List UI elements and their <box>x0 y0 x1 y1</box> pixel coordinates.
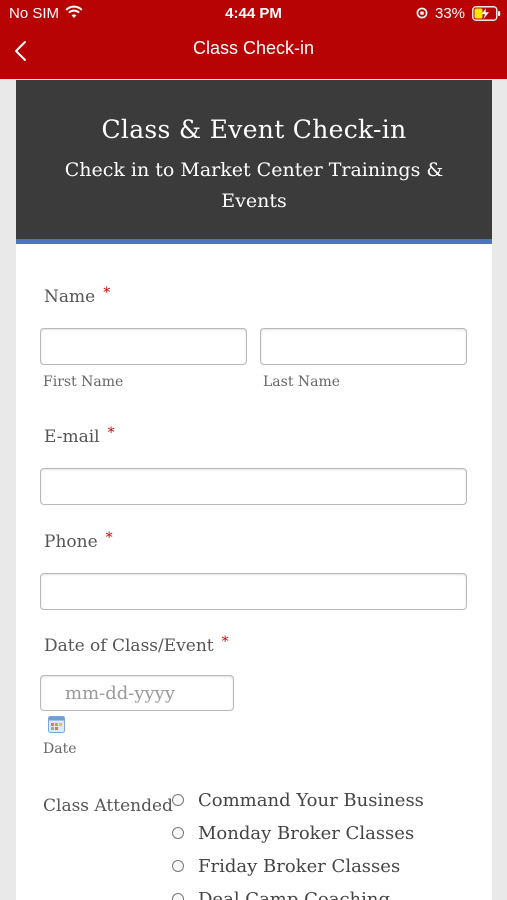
last-name-sublabel: Last Name <box>263 374 341 390</box>
date-sublabel: Date <box>43 741 77 757</box>
clock: 4:44 PM <box>225 5 282 22</box>
form-title: Class & Event Check-in <box>101 115 407 144</box>
form-header: Class & Event Check-in Check in to Marke… <box>16 80 492 244</box>
battery-charging-icon <box>472 6 501 21</box>
class-option-label: Command Your Business <box>198 790 424 811</box>
radio-button[interactable] <box>172 860 184 872</box>
status-bar: No SIM 4:44 PM 33% <box>0 0 507 28</box>
last-name-input[interactable] <box>260 328 467 365</box>
phone-label-text: Phone <box>44 532 98 552</box>
radio-button[interactable] <box>172 893 184 900</box>
orientation-lock-icon <box>416 7 428 19</box>
radio-button[interactable] <box>172 827 184 839</box>
app-top-bar: No SIM 4:44 PM 33% Class Check-in <box>0 0 507 79</box>
class-option[interactable]: Deal Camp Coaching <box>172 889 472 900</box>
radio-button[interactable] <box>172 794 184 806</box>
class-option-label: Friday Broker Classes <box>198 856 401 877</box>
form-subtitle: Check in to Market Center Trainings & Ev… <box>64 159 444 212</box>
required-marker: * <box>221 634 229 650</box>
required-marker: * <box>103 285 111 301</box>
first-name-input[interactable] <box>40 328 247 365</box>
phone-label: Phone * <box>44 530 113 552</box>
class-option-label: Deal Camp Coaching <box>198 889 390 900</box>
phone-field[interactable] <box>40 573 467 610</box>
date-label: Date of Class/Event * <box>44 634 229 656</box>
battery-percent: 33% <box>435 5 466 22</box>
name-label-text: Name <box>44 287 96 307</box>
class-option[interactable]: Friday Broker Classes <box>172 856 472 880</box>
email-label-text: E-mail <box>44 427 100 447</box>
required-marker: * <box>107 425 115 441</box>
date-label-text: Date of Class/Event <box>44 636 214 656</box>
class-option-label: Monday Broker Classes <box>198 823 415 844</box>
required-marker: * <box>105 530 113 546</box>
calendar-icon[interactable] <box>48 716 65 733</box>
date-input[interactable]: mm-dd-yyyy <box>40 675 234 711</box>
name-label: Name * <box>44 285 111 307</box>
email-field[interactable] <box>40 468 467 505</box>
form-card: Class & Event Check-in Check in to Marke… <box>16 80 492 900</box>
email-label: E-mail * <box>44 425 115 447</box>
class-option[interactable]: Monday Broker Classes <box>172 823 472 847</box>
class-attended-label: Class Attended <box>43 796 173 816</box>
navigation-bar: Class Check-in <box>0 28 507 78</box>
class-option[interactable]: Command Your Business <box>172 790 472 814</box>
page-title: Class Check-in <box>192 38 315 58</box>
first-name-sublabel: First Name <box>43 374 124 390</box>
